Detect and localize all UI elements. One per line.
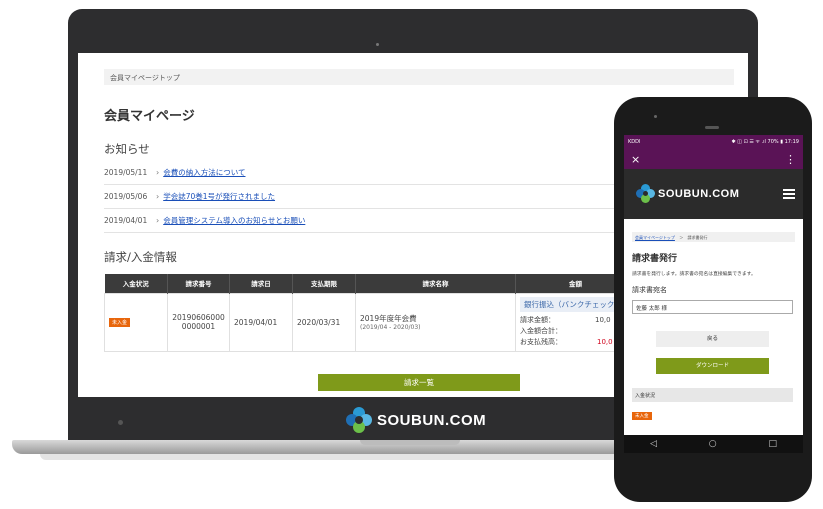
breadcrumb-separator: ＞ bbox=[679, 235, 684, 240]
breadcrumb-item[interactable]: 会員マイページトップ bbox=[110, 74, 180, 82]
billing-table: 入金状況 請求番号 請求日 支払期限 請求名称 金額 未入金 201906060… bbox=[104, 274, 636, 352]
news-date: 2019/04/01 bbox=[104, 216, 148, 225]
status-bar: KDDI ✱ ◫ ⊡ ☰ ᯤ .ıl 70% ▮ 17:19 bbox=[624, 135, 803, 149]
invoice-list-button[interactable]: 請求一覧 bbox=[318, 374, 520, 391]
column-header: 請求名称 bbox=[355, 274, 516, 293]
brand-logo: SOUBUN.COM bbox=[346, 407, 486, 433]
page-title: 請求書発行 bbox=[632, 254, 678, 264]
phone-screen: KDDI ✱ ◫ ⊡ ☰ ᯤ .ıl 70% ▮ 17:19 × ⋮ SOUBU… bbox=[624, 135, 803, 435]
status-cell: 未入金 bbox=[104, 292, 168, 352]
news-link[interactable]: 会員管理システム導入のお知らせとお願い bbox=[163, 215, 305, 226]
app-bar: × ⋮ bbox=[624, 149, 803, 169]
news-link[interactable]: 学会誌70巻1号が発行されました bbox=[163, 191, 275, 202]
invoice-number-line: 20190606000 bbox=[172, 313, 225, 322]
chevron-right-icon: › bbox=[156, 216, 160, 225]
carrier-label: KDDI bbox=[628, 139, 641, 145]
news-date: 2019/05/06 bbox=[104, 192, 148, 201]
addressee-label: 請求書宛名 bbox=[632, 286, 667, 294]
due-date-cell: 2020/03/31 bbox=[292, 292, 356, 352]
brand-name: SOUBUN.COM bbox=[377, 411, 487, 429]
breadcrumb: 会員マイページトップ ＞ 請求書発行 bbox=[632, 232, 795, 242]
column-header: 請求番号 bbox=[167, 274, 230, 293]
android-nav-bar: ◁ ○ □ bbox=[624, 435, 803, 453]
column-header: 入金状況 bbox=[104, 274, 168, 293]
laptop-camera bbox=[376, 43, 379, 46]
invoice-period: (2019/04 - 2020/03) bbox=[360, 324, 421, 331]
download-button[interactable]: ダウンロード bbox=[656, 358, 769, 374]
page-description: 請求書を発行します。請求書の宛名は直接編集できます。 bbox=[632, 272, 756, 277]
nav-home-icon[interactable]: ○ bbox=[709, 439, 717, 449]
laptop-sensor bbox=[118, 420, 123, 425]
billing-heading: 請求/入金情報 bbox=[104, 250, 177, 264]
balance-label: お支払残高： bbox=[520, 337, 562, 346]
balance-value: 10,0 bbox=[597, 337, 613, 346]
breadcrumb-current: 請求書発行 bbox=[687, 235, 708, 240]
page-title: 会員マイページ bbox=[104, 109, 195, 124]
back-button[interactable]: 戻る bbox=[656, 331, 769, 347]
table-header-row: 入金状況 請求番号 請求日 支払期限 請求名称 金額 bbox=[104, 274, 636, 293]
invoice-name: 2019年度年会費 bbox=[360, 314, 417, 323]
laptop-base-notch bbox=[360, 440, 460, 445]
breadcrumb-link[interactable]: 会員マイページトップ bbox=[635, 235, 675, 240]
column-header: 支払期限 bbox=[292, 274, 356, 293]
invoice-date-cell: 2019/04/01 bbox=[229, 292, 293, 352]
soubun-logo-icon bbox=[636, 184, 655, 203]
chevron-right-icon: › bbox=[156, 168, 160, 177]
phone-camera bbox=[654, 115, 657, 118]
news-link[interactable]: 会費の納入方法について bbox=[163, 167, 245, 178]
invoice-number-line: 0000001 bbox=[181, 322, 216, 331]
billed-label: 請求金額： bbox=[520, 315, 555, 324]
brand-logo[interactable]: SOUBUN.COM bbox=[636, 184, 739, 203]
nav-recent-icon[interactable]: □ bbox=[769, 439, 778, 449]
news-heading: お知らせ bbox=[104, 142, 150, 156]
news-date: 2019/05/11 bbox=[104, 168, 148, 177]
close-icon[interactable]: × bbox=[631, 153, 640, 166]
invoice-name-cell: 2019年度年会費 (2019/04 - 2020/03) bbox=[355, 292, 516, 352]
brand-name: SOUBUN.COM bbox=[658, 187, 740, 200]
invoice-number-cell: 20190606000 0000001 bbox=[167, 292, 230, 352]
nav-back-icon[interactable]: ◁ bbox=[650, 439, 657, 449]
table-row[interactable]: 未入金 20190606000 0000001 2019/04/01 2020/… bbox=[104, 292, 636, 352]
column-header: 請求日 bbox=[229, 274, 293, 293]
soubun-logo-icon bbox=[346, 407, 372, 433]
status-icons: ✱ ◫ ⊡ ☰ ᯤ .ıl 70% ▮ 17:19 bbox=[731, 139, 799, 145]
status-badge: 未入金 bbox=[109, 318, 131, 327]
more-menu-icon[interactable]: ⋮ bbox=[785, 153, 796, 166]
paid-label: 入金額合計： bbox=[520, 326, 562, 335]
chevron-right-icon: › bbox=[156, 192, 160, 201]
site-header: SOUBUN.COM bbox=[624, 169, 803, 219]
phone-speaker bbox=[705, 126, 719, 129]
billed-value: 10,0 bbox=[595, 315, 611, 324]
payment-status-section: 入金状況 bbox=[632, 388, 793, 402]
breadcrumb: 会員マイページトップ bbox=[104, 69, 734, 85]
hamburger-menu-icon[interactable] bbox=[783, 189, 795, 201]
status-badge: 未入金 bbox=[632, 412, 652, 420]
addressee-input[interactable]: 佐藤 太郎 様 bbox=[632, 300, 793, 314]
